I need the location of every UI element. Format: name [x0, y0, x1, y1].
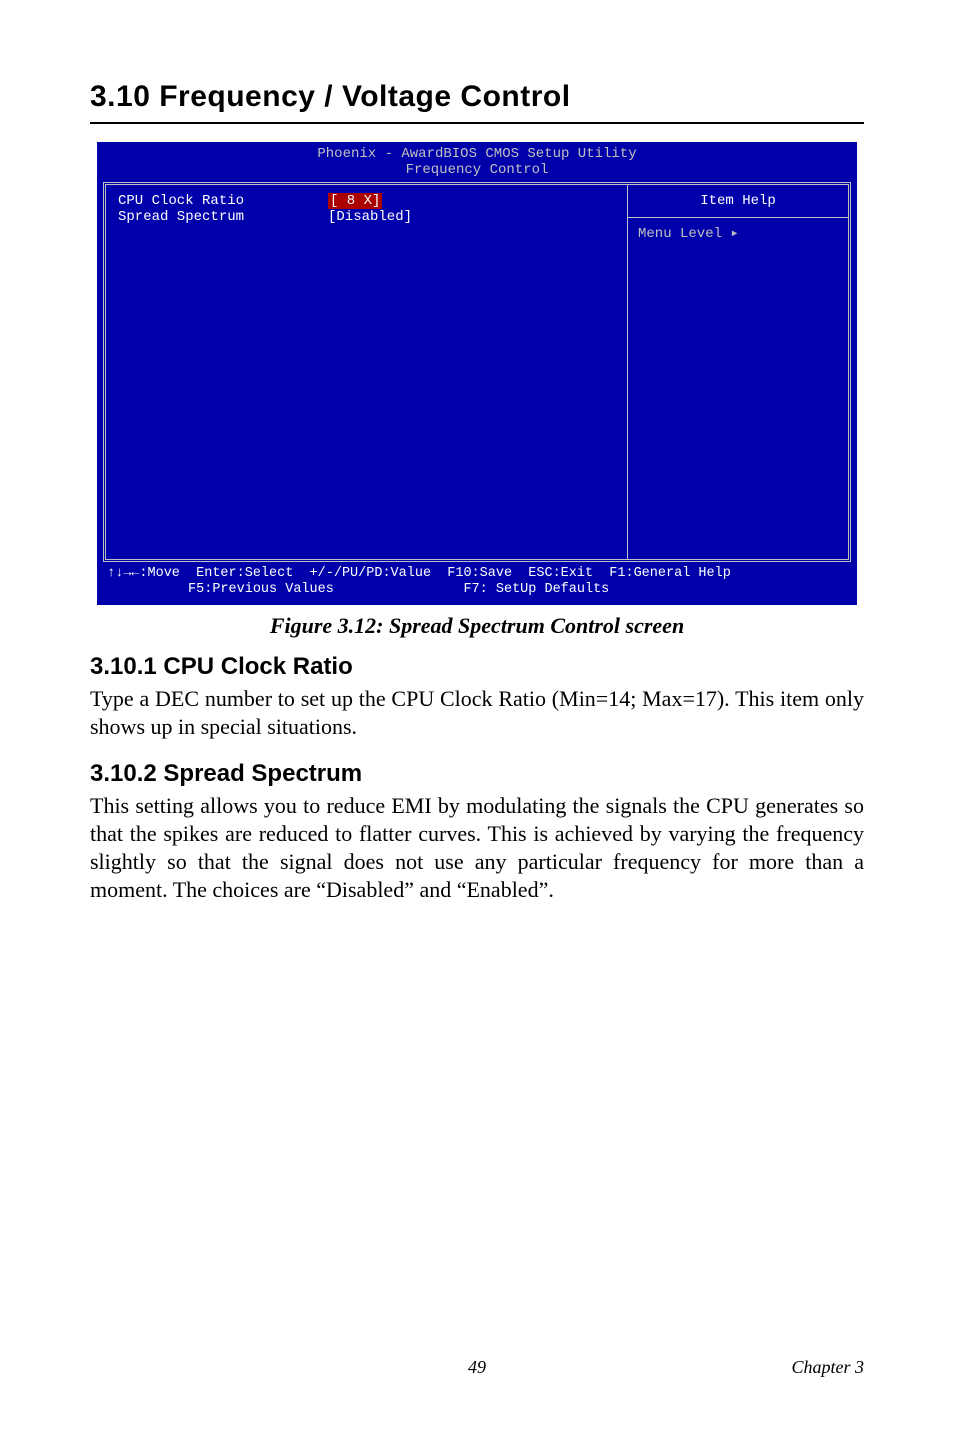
- chapter-label: Chapter 3: [791, 1357, 864, 1378]
- bios-footer-line1: ↑↓→←:Move Enter:Select +/-/PU/PD:Value F…: [107, 566, 731, 581]
- bios-left-pane: CPU Clock Ratio [ 8 X] Spread Spectrum […: [106, 185, 628, 559]
- bios-row-value: [ 8 X]: [328, 193, 382, 209]
- bios-row-cpu-clock-ratio: CPU Clock Ratio [ 8 X]: [118, 193, 615, 209]
- bios-title: Phoenix - AwardBIOS CMOS Setup Utility F…: [97, 142, 857, 178]
- section-heading: 3.10 Frequency / Voltage Control: [90, 80, 864, 114]
- bios-help-title: Item Help: [628, 185, 848, 218]
- page-number: 49: [90, 1357, 864, 1378]
- bios-title-line2: Frequency Control: [406, 162, 549, 178]
- bios-right-pane: Item Help Menu Level ▸: [628, 185, 848, 559]
- bios-footer-line2: F5:Previous Values F7: SetUp Defaults: [107, 582, 609, 597]
- bios-screenshot: Phoenix - AwardBIOS CMOS Setup Utility F…: [97, 142, 857, 605]
- bios-row-label: Spread Spectrum: [118, 209, 328, 225]
- bios-title-line1: Phoenix - AwardBIOS CMOS Setup Utility: [317, 146, 636, 162]
- subsection-body-cpu-clock-ratio: Type a DEC number to set up the CPU Cloc…: [90, 685, 864, 741]
- figure-caption: Figure 3.12: Spread Spectrum Control scr…: [90, 613, 864, 639]
- section-rule: [90, 122, 864, 124]
- bios-row-label: CPU Clock Ratio: [118, 193, 328, 209]
- bios-row-spread-spectrum: Spread Spectrum [Disabled]: [118, 209, 615, 225]
- page-content: 3.10 Frequency / Voltage Control Phoenix…: [0, 0, 954, 1430]
- subsection-heading-cpu-clock-ratio: 3.10.1 CPU Clock Ratio: [90, 653, 864, 681]
- subsection-heading-spread-spectrum: 3.10.2 Spread Spectrum: [90, 760, 864, 788]
- bios-help-body: Menu Level ▸: [628, 218, 848, 250]
- subsection-body-spread-spectrum: This setting allows you to reduce EMI by…: [90, 792, 864, 905]
- bios-body: CPU Clock Ratio [ 8 X] Spread Spectrum […: [103, 182, 851, 562]
- bios-row-value: [Disabled]: [328, 209, 412, 225]
- page-footer: 49 Chapter 3: [90, 1357, 864, 1378]
- bios-footer: ↑↓→←:Move Enter:Select +/-/PU/PD:Value F…: [97, 562, 857, 605]
